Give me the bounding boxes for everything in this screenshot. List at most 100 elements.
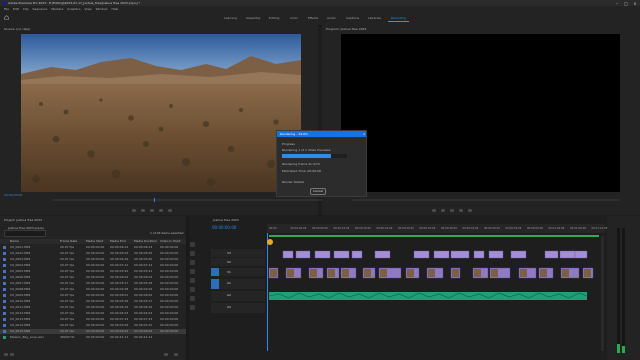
workspace-recording[interactable]: Recording (388, 15, 410, 22)
track-label: V2 (227, 260, 231, 264)
list-view-icon[interactable] (4, 353, 8, 356)
column-name[interactable]: Name (10, 239, 19, 243)
trash-icon[interactable] (174, 353, 178, 356)
workspace-audio[interactable]: Audio (324, 15, 339, 21)
menu-help[interactable]: Help (111, 7, 118, 11)
project-row[interactable]: C0_0006.MP4 29.97 fps 00:00:00:00 00:00:06:… (0, 275, 186, 280)
project-row[interactable]: C0_0003.MP4 29.97 fps 00:00:00:00 00:00:04:… (0, 257, 186, 262)
v1-clip-thumbnail (584, 269, 591, 277)
column-video-in-point[interactable]: Video In Point (160, 239, 181, 243)
program-scrub-bar[interactable] (352, 199, 620, 201)
column-media-start[interactable]: Media Start (86, 239, 103, 243)
menu-graphics[interactable]: Graphics (67, 7, 80, 11)
program-play-button[interactable] (450, 209, 454, 212)
menu-file[interactable]: File (4, 7, 9, 11)
timeline-canvas[interactable]: 00:00 00:00:04:29 00:00:09:29 00:00:14:29 00… (189, 216, 607, 360)
menu-clip[interactable]: Clip (23, 7, 29, 11)
source-mark-in-button[interactable] (132, 209, 136, 212)
column-frame-rate[interactable]: Frame Rate (60, 239, 77, 243)
column-media-end[interactable]: Media End (110, 239, 126, 243)
project-cell: 00:00:00:00 (86, 275, 105, 279)
v2-clip (510, 250, 527, 259)
dialog-close-icon[interactable]: × (363, 132, 366, 136)
program-export-frame-button[interactable] (468, 209, 472, 212)
project-cell: 48000 Hz (60, 335, 75, 339)
program-step-back-button[interactable] (441, 209, 445, 212)
icon-view-icon[interactable] (10, 353, 14, 356)
project-cell: 00:00:04:08 (110, 287, 129, 291)
program-monitor-tab[interactable]: Program: Joshua Tree 2023 (326, 27, 366, 31)
project-row[interactable]: C0_0008.MP4 29.97 fps 00:00:00:00 00:00:04:… (0, 287, 186, 292)
menu-edit[interactable]: Edit (13, 7, 19, 11)
source-step-forward-button[interactable] (159, 209, 163, 212)
ruler-tick-label: 00:00:49:29 (484, 226, 500, 230)
source-play-button[interactable] (150, 209, 154, 212)
source-timecode[interactable]: 00:00:00:00 (4, 193, 22, 197)
project-row[interactable]: C0_0002.MP4 29.97 fps 00:00:00:00 00:00:05:… (0, 251, 186, 256)
meter-right (622, 228, 625, 353)
menu-view[interactable]: View (85, 7, 92, 11)
column-media-duration[interactable]: Media Duration (134, 239, 157, 243)
project-row[interactable]: C0_0001.MP4 29.97 fps 00:00:00:00 00:00:06:… (0, 245, 186, 250)
project-row[interactable]: C0_0009.MP4 29.97 fps 00:00:00:00 00:00:08:… (0, 293, 186, 298)
project-row[interactable]: C0_0004.MP4 29.97 fps 00:00:00:00 00:00:07:… (0, 263, 186, 268)
render-status-bar (269, 235, 599, 237)
project-cell: 00:00:00:00 (160, 263, 179, 267)
project-row[interactable]: C0_0012.MP4 29.97 fps 00:00:00:00 00:00:04:… (0, 311, 186, 316)
workspace-libraries[interactable]: Libraries (365, 15, 384, 21)
source-monitor-tab[interactable]: Source: (no clips) (4, 27, 30, 31)
project-bottom-toolbar (4, 353, 182, 357)
project-cell: C0_0014.MP4 (10, 323, 31, 327)
project-row[interactable]: C0_0011.MP4 29.97 fps 00:00:00:00 00:00:06:… (0, 305, 186, 310)
project-cell: 00:00:03:10 (134, 323, 153, 327)
workspace-color[interactable]: Color (287, 15, 301, 21)
project-row[interactable]: C0_0013.MP4 29.97 fps 00:00:00:00 00:00:07:… (0, 317, 186, 322)
project-cell: 00:00:06:13 (134, 245, 153, 249)
ruler-tick-label: 00:00:24:29 (377, 226, 393, 230)
project-row[interactable]: C0_0015.MP4 29.97 fps 00:00:00:00 00:00:05:… (0, 329, 186, 334)
program-mark-in-button[interactable] (432, 209, 436, 212)
project-row[interactable]: C0_0005.MP4 29.97 fps 00:00:00:00 00:00:03:… (0, 269, 186, 274)
render-cancel-button[interactable]: Cancel (310, 188, 326, 195)
source-playhead[interactable] (154, 198, 155, 202)
premiere-logo-icon (2, 1, 6, 5)
menu-markers[interactable]: Markers (51, 7, 63, 11)
project-cell: 00:00:00:00 (86, 281, 105, 285)
project-row[interactable]: C0_0010.MP4 29.97 fps 00:00:00:00 00:00:05:… (0, 299, 186, 304)
menu-window[interactable]: Window (96, 7, 108, 11)
project-cell: 29.97 fps (60, 257, 75, 261)
home-icon[interactable] (4, 15, 9, 20)
project-cell: 00:00:04:29 (110, 257, 129, 261)
video-clip-icon (3, 318, 6, 321)
project-cell: 00:00:03:09 (110, 323, 129, 327)
project-cell: 00:00:05:02 (134, 329, 153, 333)
workspace-captions[interactable]: Captions (343, 15, 362, 21)
video-clip-icon (3, 324, 6, 327)
workspace-assembly[interactable]: Assembly (243, 15, 263, 21)
program-step-forward-button[interactable] (459, 209, 463, 212)
project-row[interactable]: C0_0007.MP4 29.97 fps 00:00:00:00 00:00:05:… (0, 281, 186, 286)
project-row[interactable]: C0_0014.MP4 29.97 fps 00:00:00:00 00:00:03:… (0, 323, 186, 328)
workspace-effects[interactable]: Effects (305, 15, 321, 21)
v1-clip-thumbnail (540, 269, 547, 277)
cursor-highlight (267, 239, 273, 245)
project-cell: 00:00:05:17 (110, 281, 129, 285)
workspace-learning[interactable]: Learning (221, 15, 240, 21)
project-row[interactable]: Mission_Bay_Loop.wav 48000 Hz 00:00:00:00 0… (0, 335, 186, 340)
project-cell: C0_0008.MP4 (10, 287, 31, 291)
workspace-editing[interactable]: Editing (266, 15, 282, 21)
render-details-toggle[interactable]: Render Details (282, 180, 304, 184)
source-step-back-button[interactable] (141, 209, 145, 212)
project-cell: 00:00:05:00 (134, 257, 153, 261)
source-insert-button[interactable] (168, 209, 172, 212)
project-cell: Mission_Bay_Loop.wav (10, 335, 45, 339)
project-cell: C0_0015.MP4 (10, 329, 31, 333)
project-search-input[interactable] (4, 230, 46, 237)
new-item-icon[interactable] (164, 353, 168, 356)
source-scrub-bar[interactable] (52, 199, 322, 201)
project-cell: 00:00:05:04 (110, 251, 129, 255)
ruler-tick-label: 00:00:14:29 (334, 226, 350, 230)
project-cell: 00:00:00:00 (86, 323, 105, 327)
project-panel-tab[interactable]: Project: Joshua Tree 2023 (4, 218, 42, 222)
menu-sequence[interactable]: Sequence (33, 7, 48, 11)
